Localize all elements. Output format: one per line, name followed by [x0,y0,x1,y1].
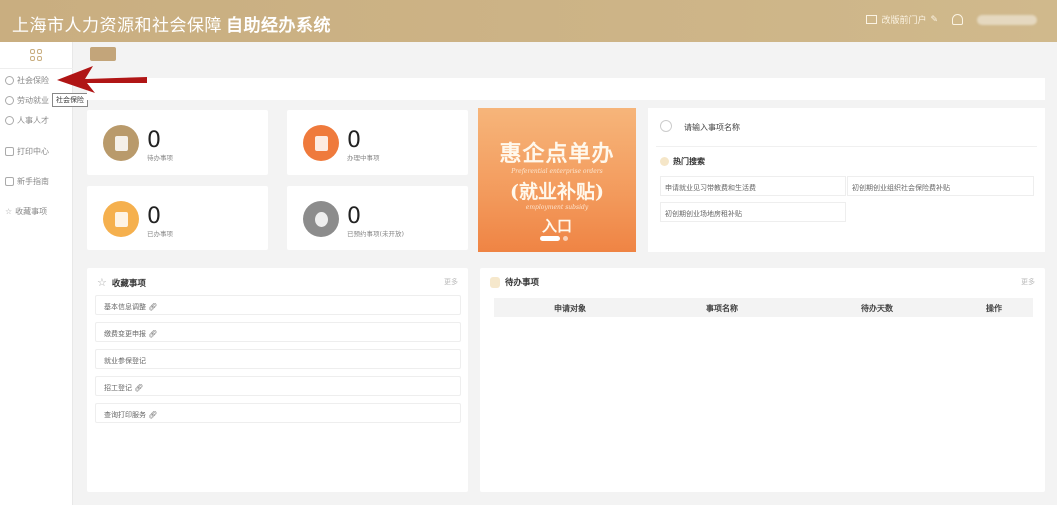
search-input[interactable]: 请输入事项名称 [684,122,740,133]
table-header: 申请对象 事项名称 待办天数 操作 [494,298,1033,317]
stat-value: 0 [347,204,361,229]
banner-title: 惠企点单办 [499,141,615,167]
column-header: 操作 [986,304,1002,313]
column-header: 事项名称 [706,304,738,313]
grid-menu-icon[interactable] [30,49,42,61]
favorite-item[interactable]: 招工登记 🔗︎ [95,376,461,396]
stat-card-done[interactable]: 0 已办事项 [87,186,268,250]
sidebar-label: 打印中心 [17,147,49,156]
pending-panel: 待办事项 更多 申请对象 事项名称 待办天数 操作 [480,268,1045,492]
stat-value: 0 [347,128,361,153]
star-icon: ☆ [97,276,107,289]
title-bold: 自助经办系统 [226,16,331,36]
app-title: 上海市人力资源和社会保障 自助经办系统 [12,11,331,36]
favorite-label: 招工登记 [104,384,132,392]
hot-search-title: 热门搜索 [660,156,705,167]
user-avatar[interactable] [977,14,1037,25]
column-header: 申请对象 [554,304,586,313]
star-icon: ☆ [5,207,13,216]
sidebar: 社会保险 劳动就业 人事人才 打印中心 新手指南 ☆ 收藏事项 [0,42,73,505]
sidebar-item-print[interactable]: 打印中心 [5,146,49,157]
favorite-item[interactable]: 基本信息调整 🔗︎ [95,295,461,315]
old-portal-link[interactable]: 改版前门户 ✎ [866,13,938,26]
banner-subtitle: Preferential enterprise orders [511,168,603,175]
banner-entry: 入口 [541,217,572,235]
sidebar-item-hr[interactable]: 人事人才 [5,115,49,126]
globe-icon [5,76,14,85]
favorite-item[interactable]: 缴费变更申报 🔗︎ [95,322,461,342]
favorite-label: 查询打印服务 [104,411,146,419]
favorite-item[interactable]: 就业参保登记 [95,349,461,369]
title-text: 上海市人力资源和社会保障 [12,16,222,36]
sidebar-item-guide[interactable]: 新手指南 [5,176,49,187]
pencil-icon: ✎ [930,14,938,25]
edit-document-icon [303,125,339,161]
link-icon: 🔗︎ [148,330,158,338]
people-icon [5,116,14,125]
more-link[interactable]: 更多 [1021,277,1035,287]
more-link[interactable]: 更多 [444,277,458,287]
panel-title: 待办事项 [505,278,540,288]
phone-icon [303,201,339,237]
stat-label: 办理中事项 [347,154,380,162]
printer-icon [5,147,14,156]
promo-banner[interactable]: 惠企点单办 Preferential enterprise orders (就业… [478,108,636,252]
app-header: 上海市人力资源和社会保障 自助经办系统 改版前门户 ✎ [0,0,1057,42]
stat-label: 已办事项 [147,230,173,238]
breadcrumb-bar [87,78,1045,100]
column-header: 待办天数 [861,304,893,313]
document-icon [103,125,139,161]
link-icon: 🔗︎ [134,384,144,392]
banner-subtitle-cn: (就业补贴) [510,181,604,203]
search-icon [660,120,672,132]
favorite-label: 就业参保登记 [104,357,146,365]
stat-card-appointments[interactable]: 0 已预约事项(未开放) [287,186,468,250]
link-icon: 🔗︎ [148,303,158,311]
sidebar-label: 人事人才 [17,116,49,125]
fire-icon [660,157,669,166]
monitor-icon [866,15,878,24]
hot-item[interactable]: 初创期创业场地房租补贴 [660,202,846,222]
sidebar-label: 劳动就业 [17,96,49,105]
home-tab[interactable] [90,47,116,61]
hot-item[interactable]: 初创期创业组织社会保险费补贴 [847,176,1034,196]
carousel-dots[interactable] [540,236,568,241]
sidebar-label: 收藏事项 [15,207,48,216]
favorite-label: 缴费变更申报 [104,330,146,338]
stat-label: 已预约事项(未开放) [347,230,405,238]
stat-value: 0 [147,128,161,153]
person-icon [5,96,14,105]
bell-icon[interactable] [952,14,963,25]
red-arrow-annotation [57,66,147,93]
stat-card-todo[interactable]: 0 待办事项 [87,110,268,175]
stat-label: 待办事项 [147,154,173,162]
panel-title: 收藏事项 [111,278,146,289]
link-icon: 🔗︎ [148,411,158,419]
clipboard-icon [490,276,500,288]
portal-label: 改版前门户 [881,16,927,26]
banner-subtitle-en: employment subsidy [525,204,589,211]
favorite-label: 基本信息调整 [104,303,146,311]
sidebar-item-favorites[interactable]: ☆ 收藏事项 [5,206,47,217]
favorites-panel: ☆ 收藏事项 更多 基本信息调整 🔗︎ 缴费变更申报 🔗︎ 就业参保登记 招工登记… [87,268,468,492]
document-icon [103,201,139,237]
sidebar-label: 社会保险 [17,76,49,85]
stat-card-in-progress[interactable]: 0 办理中事项 [287,110,468,175]
stat-value: 0 [147,204,161,229]
sidebar-item-social-insurance[interactable]: 社会保险 [5,75,49,86]
guide-icon [5,177,14,186]
hot-title-text: 热门搜索 [673,157,705,166]
search-panel: 请输入事项名称 热门搜索 申请就业见习带教费和生活费 初创期创业组织社会保险费补… [648,108,1045,252]
hot-item[interactable]: 申请就业见习带教费和生活费 [660,176,846,196]
sidebar-label: 新手指南 [17,177,49,186]
favorite-item[interactable]: 查询打印服务 🔗︎ [95,403,461,423]
sidebar-item-employment[interactable]: 劳动就业 [5,95,49,106]
